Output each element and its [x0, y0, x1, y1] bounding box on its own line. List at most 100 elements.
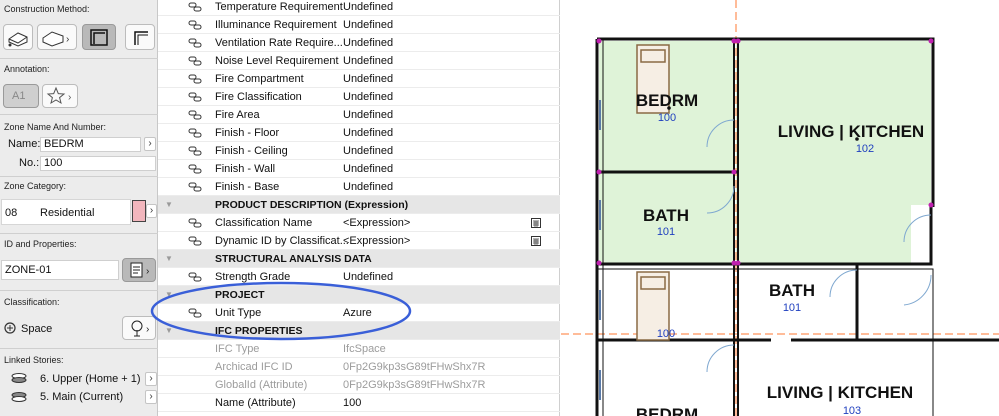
table-row[interactable]: Fire Classification Undefined [158, 88, 560, 106]
property-value[interactable]: Undefined [343, 52, 393, 70]
link-icon [188, 2, 202, 12]
divider [0, 58, 158, 59]
id-manager-button[interactable]: › [122, 258, 156, 282]
link-icon [188, 218, 202, 228]
property-value[interactable]: Undefined [343, 34, 393, 52]
manual-polygon-icon [8, 32, 28, 47]
calculator-icon[interactable] [531, 218, 541, 228]
svg-text:›: › [146, 266, 149, 277]
divider [0, 114, 158, 115]
table-row[interactable]: Temperature Requirement Undefined [158, 0, 560, 16]
room-label[interactable]: LIVING | KITCHEN [767, 383, 913, 402]
group-name: PRODUCT DESCRIPTION (Expression) [215, 199, 409, 211]
room-label[interactable]: LIVING | KITCHEN [778, 122, 924, 141]
room-number[interactable]: 101 [783, 302, 801, 314]
id-properties-title: ID and Properties: [4, 239, 77, 249]
room-label[interactable]: BEDRM [636, 405, 698, 416]
annotation-tag-label: A1 [12, 90, 26, 102]
property-name: Ventilation Rate Require... [215, 37, 343, 49]
story-upper-label: 6. Upper (Home + 1) [40, 373, 141, 385]
divider [0, 290, 158, 291]
property-name: Finish - Ceiling [215, 145, 288, 157]
category-code: 08 [5, 207, 18, 219]
property-name: Fire Compartment [215, 73, 304, 85]
property-value[interactable]: 100 [343, 394, 361, 412]
group-header-product-description[interactable]: ▼ PRODUCT DESCRIPTION (Expression) [158, 196, 560, 214]
property-value[interactable]: Undefined [343, 178, 393, 196]
story-main-arrow[interactable]: › [145, 390, 157, 404]
property-value[interactable]: Undefined [343, 70, 393, 88]
table-row[interactable]: Noise Level Requirement Undefined [158, 52, 560, 70]
room-number[interactable]: 103 [843, 405, 861, 416]
zone-name-field[interactable]: BEDRM [40, 137, 141, 152]
link-icon [188, 128, 202, 138]
table-row[interactable]: IFC Type IfcSpace [158, 340, 560, 358]
inner-edge-method-button[interactable] [82, 24, 116, 50]
property-name: Dynamic ID by Classificat... [215, 235, 349, 247]
group-header-structural-analysis[interactable]: ▼ STRUCTURAL ANALYSIS DATA [158, 250, 560, 268]
construction-method-section: Construction Method: [0, 4, 158, 14]
collapse-triangle-icon[interactable]: ▼ [165, 196, 173, 214]
property-value[interactable]: Undefined [343, 142, 393, 160]
floor-plan-canvas[interactable]: BEDRM 100 LIVING | KITCHEN 102 BATH 101 … [561, 0, 999, 416]
svg-text:›: › [66, 34, 69, 45]
table-row[interactable]: Ventilation Rate Require... Undefined [158, 34, 560, 52]
table-row[interactable]: Finish - Base Undefined [158, 178, 560, 196]
table-row[interactable]: Dynamic ID by Classificat... <Expression> [158, 232, 560, 250]
property-value[interactable]: Undefined [343, 16, 393, 34]
zone-number-field[interactable]: 100 [40, 156, 156, 171]
property-value[interactable]: <Expression> [343, 232, 410, 250]
table-row[interactable]: Fire Area Undefined [158, 106, 560, 124]
property-value[interactable]: Undefined [343, 0, 393, 16]
property-value: 0Fp2G9kp3sG89tFHwShx7R [343, 379, 486, 391]
zone-category-select[interactable]: 08 Residential [1, 199, 131, 225]
name-label: Name: [8, 138, 41, 150]
room-label[interactable]: BATH [643, 206, 689, 225]
id-field[interactable]: ZONE-01 [1, 260, 119, 280]
table-row[interactable]: Finish - Floor Undefined [158, 124, 560, 142]
property-value[interactable]: Undefined [343, 124, 393, 142]
manual-method-button[interactable] [3, 24, 33, 50]
room-number[interactable]: 100 [657, 328, 675, 340]
annotation-tag-button[interactable]: A1 [3, 84, 39, 108]
table-row[interactable]: Name (Attribute) 100 [158, 394, 560, 412]
property-name: Finish - Base [215, 181, 280, 193]
link-icon [188, 38, 202, 48]
zone-name-section: Zone Name And Number: [0, 122, 158, 132]
annotation-star-button[interactable]: › [42, 84, 78, 108]
room-number[interactable]: 100 [658, 112, 676, 124]
table-row[interactable]: Archicad IFC ID 0Fp2G9kp3sG89tFHwShx7R [158, 358, 560, 376]
linked-stories-title: Linked Stories: [4, 355, 64, 365]
category-arrow-button[interactable]: › [146, 204, 157, 218]
inner-edge-icon [90, 29, 108, 46]
zone-fill-living [736, 41, 931, 263]
property-name: Fire Area [215, 109, 260, 121]
table-row[interactable]: Fire Compartment Undefined [158, 70, 560, 88]
property-value[interactable]: Undefined [343, 106, 393, 124]
rectangle-method-button[interactable]: › [37, 24, 77, 50]
table-row[interactable]: GlobalId (Attribute) 0Fp2G9kp3sG89tFHwShx… [158, 376, 560, 394]
room-number[interactable]: 101 [657, 226, 675, 238]
property-name: Finish - Floor [215, 127, 280, 139]
table-row[interactable]: Classification Name <Expression> [158, 214, 560, 232]
room-label[interactable]: BEDRM [636, 91, 698, 110]
table-row[interactable]: Finish - Ceiling Undefined [158, 142, 560, 160]
room-number[interactable]: 102 [856, 143, 874, 155]
zone-category-title: Zone Category: [4, 181, 67, 191]
story-upper-arrow[interactable]: › [145, 372, 157, 386]
table-row[interactable]: Finish - Wall Undefined [158, 160, 560, 178]
divider [0, 176, 158, 177]
category-color-swatch[interactable] [132, 200, 146, 222]
property-value[interactable]: Undefined [343, 160, 393, 178]
collapse-triangle-icon[interactable]: ▼ [165, 250, 173, 268]
reference-line-method-button[interactable] [125, 24, 155, 50]
floor-plan-view[interactable]: BEDRM 100 LIVING | KITCHEN 102 BATH 101 … [561, 0, 999, 416]
property-value[interactable]: Undefined [343, 88, 393, 106]
property-value[interactable]: <Expression> [343, 214, 410, 232]
calculator-icon[interactable] [531, 236, 541, 246]
table-row[interactable]: Illuminance Requirement Undefined [158, 16, 560, 34]
room-label[interactable]: BATH [769, 281, 815, 300]
property-name: Noise Level Requirement [215, 55, 339, 67]
zone-name-arrow-button[interactable]: › [144, 137, 156, 151]
property-name: Classification Name [215, 217, 313, 229]
